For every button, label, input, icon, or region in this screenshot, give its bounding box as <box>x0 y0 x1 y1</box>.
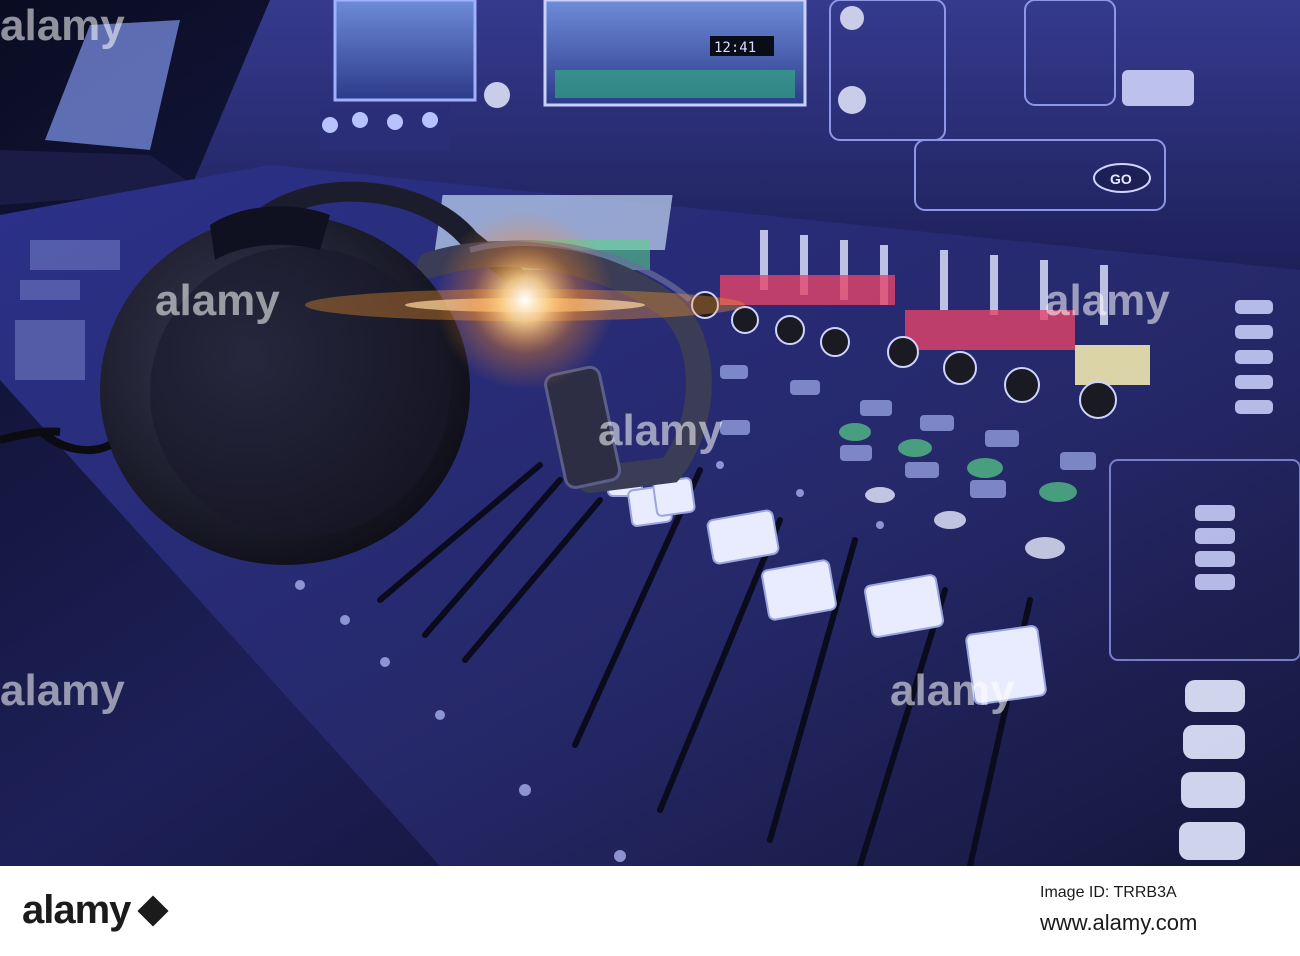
alamy-logo-diamond-icon <box>137 895 169 927</box>
go-button-label: GO <box>1110 171 1132 187</box>
timecode-text: 12:41 <box>714 40 756 56</box>
mixing-console-photo: 12:41 GO alamy alamy alamy alamy alamy a… <box>0 0 1300 866</box>
image-id: Image ID: TRRB3A <box>1040 884 1177 901</box>
alamy-logo: alamy <box>22 888 131 932</box>
watermark-top-left: alamy <box>0 1 125 50</box>
watermark-top-center: alamy <box>155 276 280 325</box>
watermark-bottom-center: alamy <box>890 666 1015 715</box>
watermark-mid-right: alamy <box>1045 276 1170 325</box>
watermark-left: alamy <box>0 666 125 715</box>
mute-strip-left <box>720 275 895 305</box>
watermark-center: alamy <box>598 406 723 455</box>
left-display-screen <box>333 0 477 102</box>
site-url[interactable]: www.alamy.com <box>1040 910 1197 936</box>
footer-bar: alamy Image ID: TRRB3A www.alamy.com <box>0 866 1300 956</box>
home-button[interactable] <box>1122 70 1194 106</box>
